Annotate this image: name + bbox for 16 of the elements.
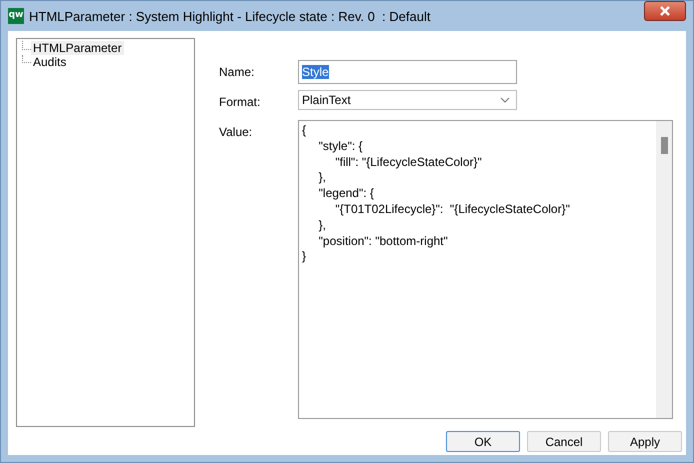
field-label: Value:: [219, 124, 254, 141]
scrollbar-thumb[interactable]: [660, 137, 668, 154]
field-label: Format:: [219, 94, 262, 111]
tree-item[interactable]: HTMLParameter: [31, 41, 124, 55]
field-label: Name:: [219, 64, 256, 81]
window-title: HTMLParameter : System Highlight - Lifecycle state : Rev. 0 : Default: [29, 8, 432, 24]
tree-item[interactable]: Audits: [31, 55, 68, 69]
dialog-button[interactable]: Cancel: [527, 431, 601, 452]
name-field[interactable]: Style: [298, 60, 517, 84]
app-logo-icon: qw: [8, 8, 24, 24]
dialog-button[interactable]: OK: [446, 431, 520, 452]
format-dropdown[interactable]: PlainText: [298, 90, 517, 110]
caret-icon: [500, 97, 510, 103]
dialog-button[interactable]: Apply: [608, 431, 682, 452]
close-button[interactable]: [644, 1, 686, 21]
close-icon: [659, 6, 671, 16]
